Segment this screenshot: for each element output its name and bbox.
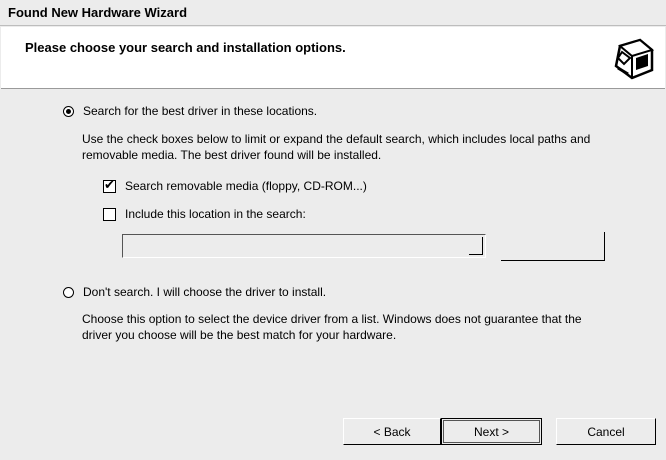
page-heading: Please choose your search and installati… bbox=[25, 40, 346, 55]
search-option-radio-row[interactable]: Search for the best driver in these loca… bbox=[63, 104, 317, 118]
removable-media-checkbox[interactable]: ✔ bbox=[103, 176, 116, 193]
window-title: Found New Hardware Wizard bbox=[8, 5, 188, 20]
search-option-description: Use the check boxes below to limit or ex… bbox=[82, 131, 590, 163]
dont-search-option-radio[interactable] bbox=[63, 286, 74, 298]
next-button[interactable]: Next > bbox=[441, 418, 542, 445]
dont-search-option-label: Don't search. I will choose the driver t… bbox=[83, 285, 327, 299]
dont-search-description-line2: driver you choose will be the best match… bbox=[82, 328, 397, 342]
next-button-label: Next > bbox=[473, 424, 509, 439]
include-location-checkbox[interactable] bbox=[103, 207, 116, 221]
hardware-wizard-icon bbox=[611, 37, 655, 81]
dont-search-option-description: Choose this option to select the device … bbox=[82, 311, 582, 343]
dont-search-option-radio-row[interactable]: Don't search. I will choose the driver t… bbox=[63, 285, 326, 299]
search-description-line1: Use the check boxes below to limit or ex… bbox=[82, 132, 591, 146]
dont-search-description-line1: Choose this option to select the device … bbox=[82, 312, 582, 326]
search-option-radio[interactable] bbox=[63, 105, 74, 117]
combobox-edge bbox=[482, 237, 483, 255]
include-location-checkbox-row[interactable]: Include this location in the search: bbox=[103, 207, 306, 221]
title-bar: Found New Hardware Wizard bbox=[0, 0, 666, 26]
removable-media-label: Search removable media (floppy, CD-ROM..… bbox=[125, 179, 367, 193]
cancel-button[interactable]: Cancel bbox=[556, 418, 656, 445]
wizard-header: Please choose your search and installati… bbox=[1, 27, 665, 89]
removable-media-checkbox-row[interactable]: ✔ Search removable media (floppy, CD-ROM… bbox=[103, 176, 367, 193]
checkmark-icon: ✔ bbox=[104, 176, 115, 192]
search-option-label: Search for the best driver in these loca… bbox=[83, 104, 318, 118]
include-location-label: Include this location in the search: bbox=[125, 207, 306, 221]
back-button[interactable]: < Back bbox=[343, 418, 441, 445]
search-description-line2: removable media. The best driver found w… bbox=[82, 148, 382, 162]
browse-button[interactable] bbox=[501, 232, 605, 261]
combobox-edge-bottom bbox=[469, 254, 483, 255]
cancel-button-label: Cancel bbox=[587, 424, 625, 439]
back-button-label: < Back bbox=[373, 424, 411, 439]
location-path-combobox[interactable] bbox=[122, 234, 486, 258]
